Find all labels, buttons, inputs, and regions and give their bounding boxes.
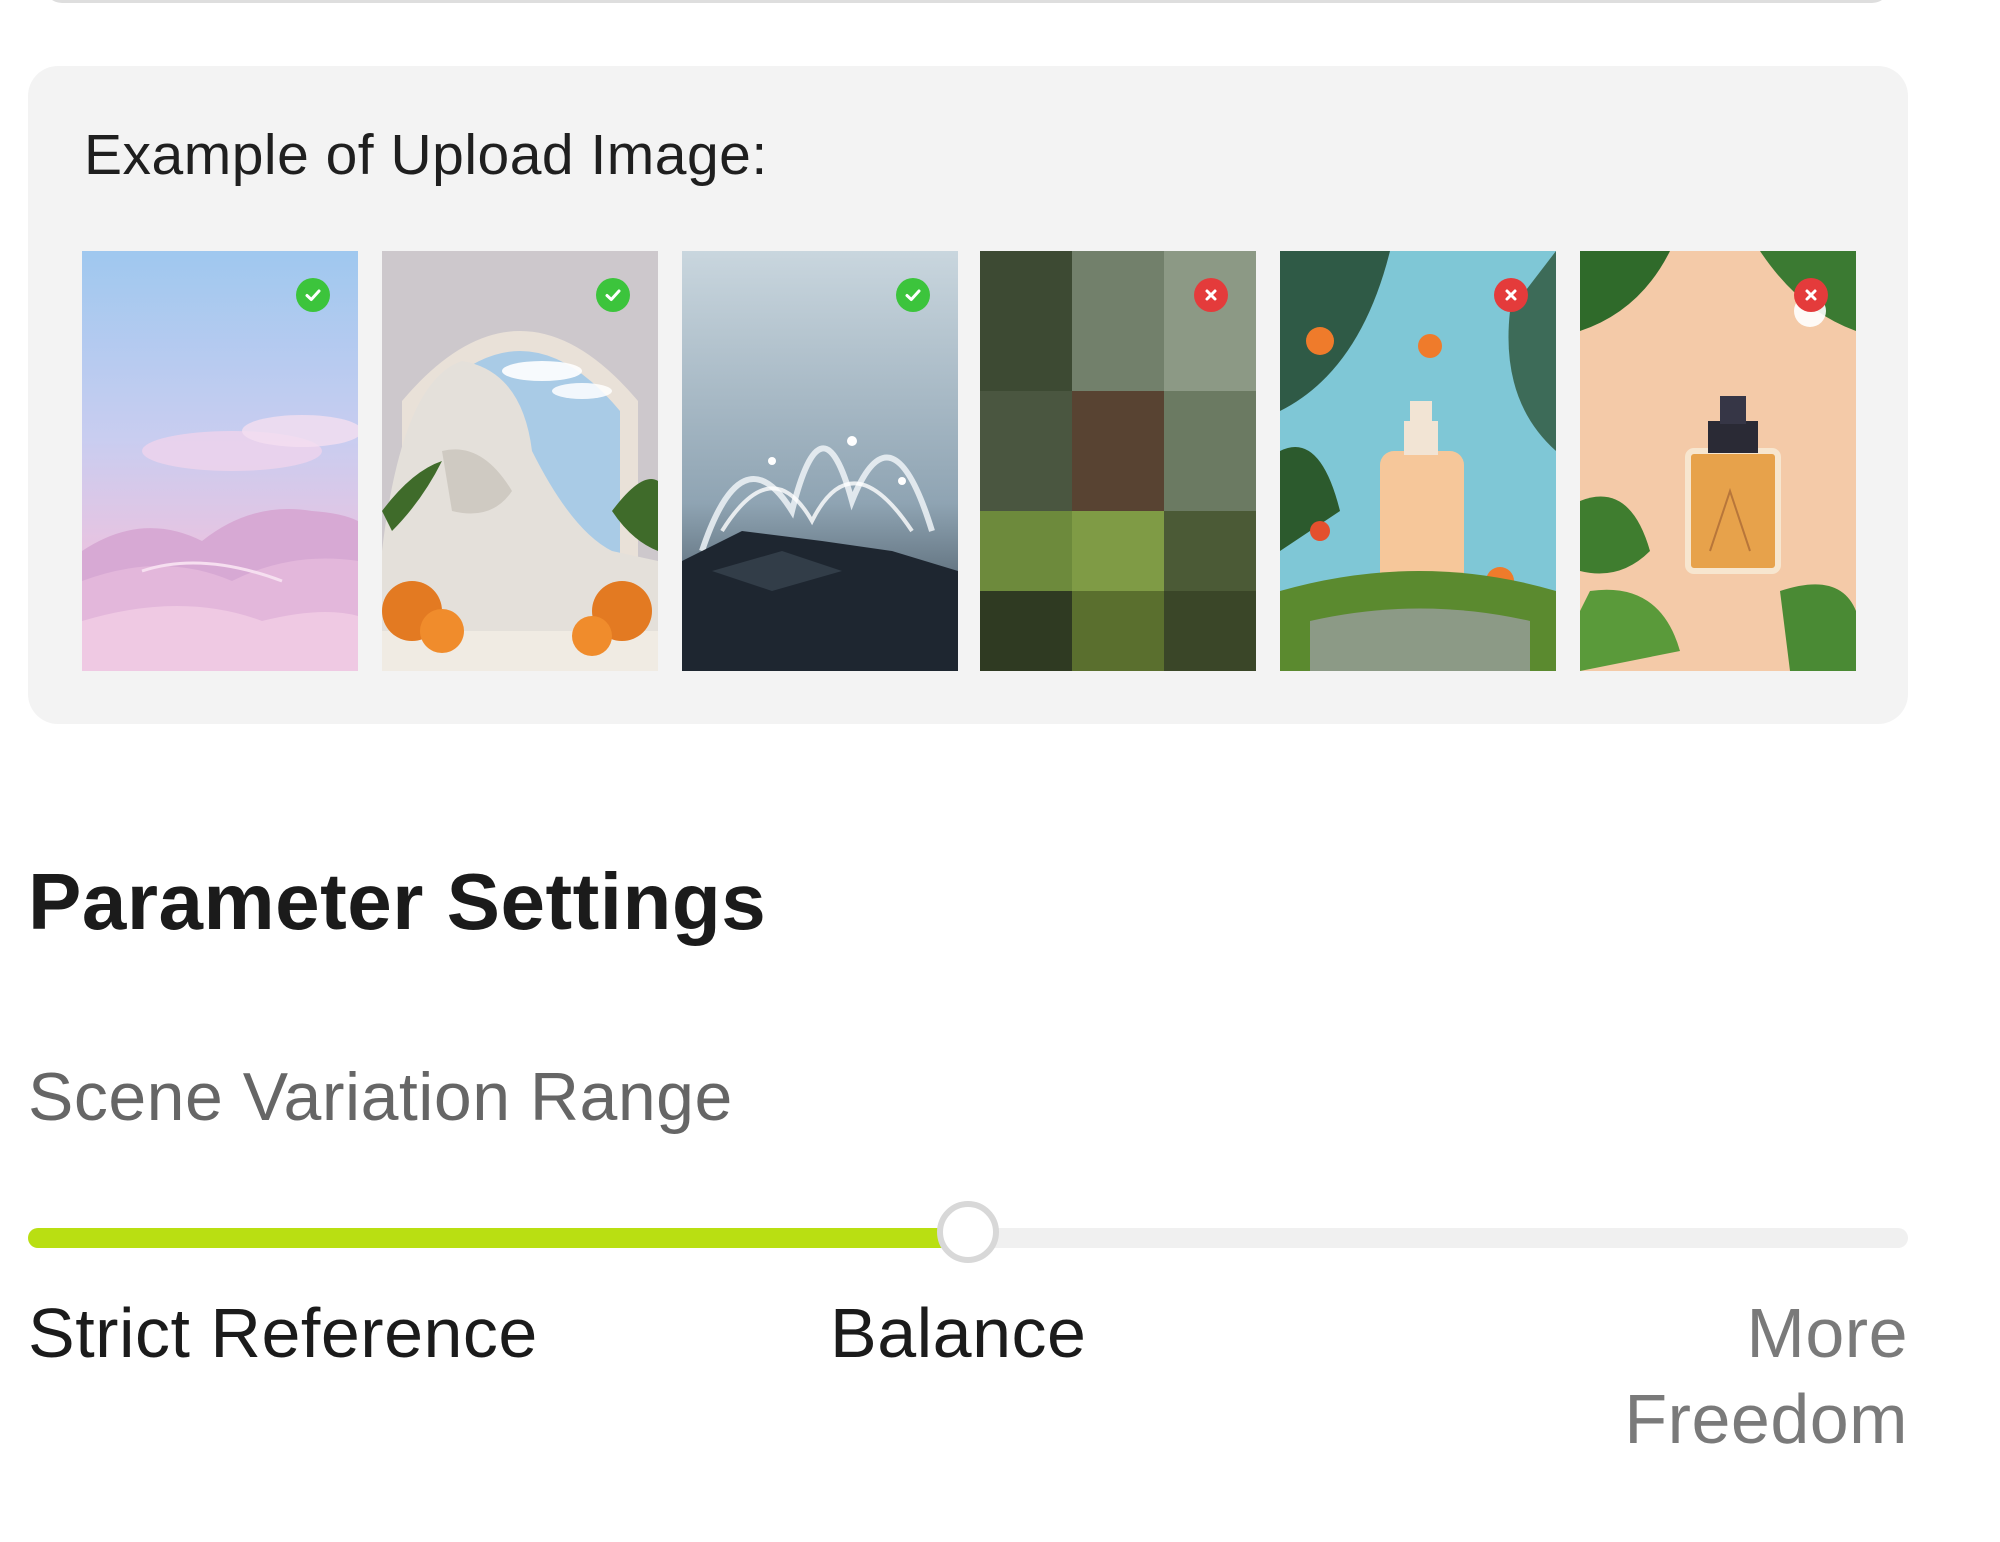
- cross-icon: [1194, 278, 1228, 312]
- check-icon: [296, 278, 330, 312]
- slider-mark-more-freedom-line2: Freedom: [1624, 1380, 1908, 1458]
- slider-mark-balance[interactable]: Balance: [830, 1290, 1086, 1376]
- slider-handle[interactable]: [937, 1201, 999, 1263]
- example-image-desert: [82, 251, 358, 671]
- slider-fill: [28, 1228, 968, 1248]
- previous-input-field[interactable]: [44, 0, 1890, 3]
- example-image-splash: [682, 251, 958, 671]
- scene-variation-label: Scene Variation Range: [28, 1059, 733, 1135]
- example-image-perfume-bottle: [1580, 251, 1856, 671]
- upload-example-panel: Example of Upload Image:: [28, 66, 1908, 724]
- example-image-lotion-bottle: [1280, 251, 1556, 671]
- slider-mark-more-freedom[interactable]: More Freedom: [1560, 1290, 1908, 1462]
- check-icon: [896, 278, 930, 312]
- upload-example-title: Example of Upload Image:: [84, 123, 768, 187]
- cross-icon: [1794, 278, 1828, 312]
- scene-variation-slider[interactable]: [28, 1200, 1908, 1274]
- example-image-arch: [382, 251, 658, 671]
- cross-icon: [1494, 278, 1528, 312]
- check-icon: [596, 278, 630, 312]
- example-image-list: [82, 251, 1882, 671]
- slider-mark-more-freedom-line1: More: [1746, 1294, 1908, 1372]
- example-image-pixelated-moss: [980, 251, 1256, 671]
- parameter-settings-title: Parameter Settings: [28, 857, 767, 946]
- slider-mark-strict-reference[interactable]: Strict Reference: [28, 1290, 538, 1376]
- page: Example of Upload Image: Parameter Setti…: [0, 0, 2000, 1542]
